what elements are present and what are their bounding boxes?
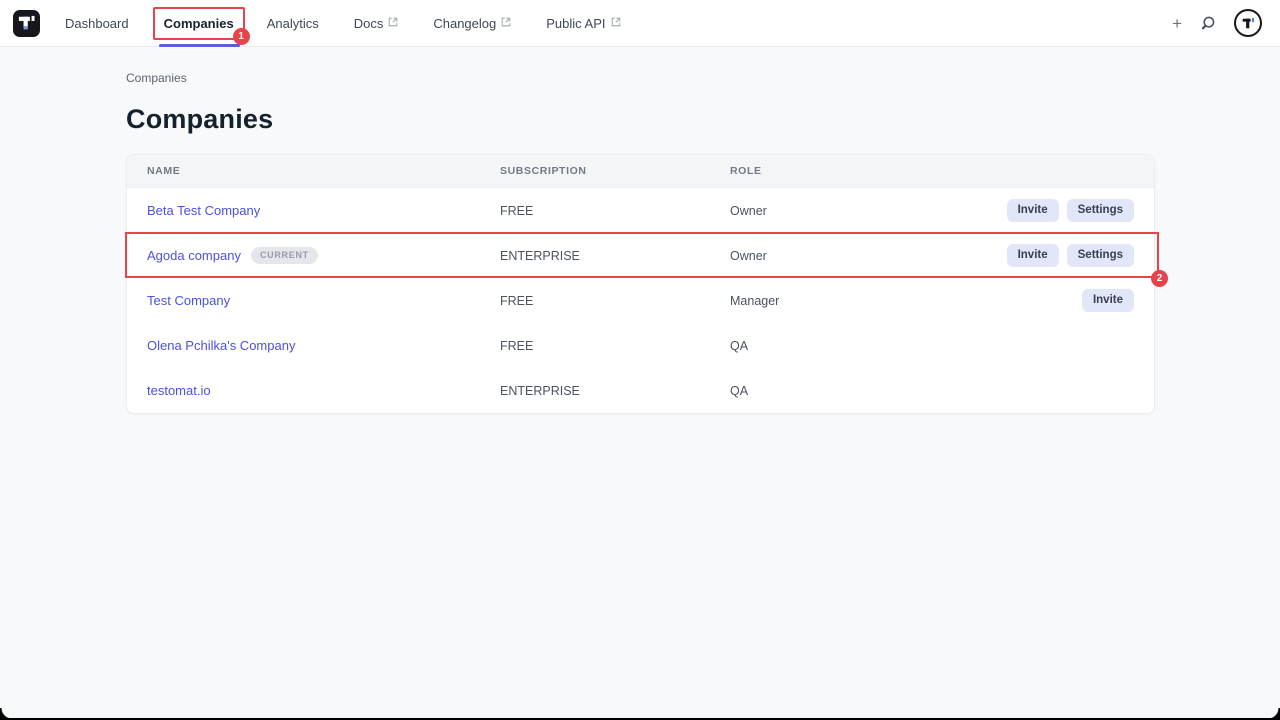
invite-button[interactable]: Invite xyxy=(1082,289,1134,313)
row-actions: Invite Settings xyxy=(1007,199,1134,223)
column-header-subscription: Subscription xyxy=(500,165,730,177)
role-value: QA xyxy=(730,384,1134,398)
company-name-cell: Olena Pchilka's Company xyxy=(147,338,500,353)
nav-item-companies[interactable]: Companies 1 xyxy=(162,0,236,47)
table-row-current: Agoda company CURRENT ENTERPRISE Owner I… xyxy=(127,233,1154,278)
role-value: Owner xyxy=(730,249,1007,263)
invite-button[interactable]: Invite xyxy=(1007,244,1059,268)
companies-table: Name Subscription Role Beta Test Company… xyxy=(126,154,1155,414)
screen-corner-artifact xyxy=(1268,708,1280,720)
table-row: Olena Pchilka's Company FREE QA xyxy=(127,323,1154,368)
role-value: Manager xyxy=(730,294,1082,308)
plus-icon[interactable]: + xyxy=(1172,15,1182,32)
company-link[interactable]: Olena Pchilka's Company xyxy=(147,338,295,353)
row-actions: Invite xyxy=(1082,289,1134,313)
main-nav: Dashboard Companies 1 Analytics Docs Cha… xyxy=(63,0,654,47)
screen-corner-artifact xyxy=(0,708,12,720)
nav-item-docs[interactable]: Docs xyxy=(352,0,401,47)
table-header-row: Name Subscription Role xyxy=(127,155,1154,188)
settings-button[interactable]: Settings xyxy=(1067,199,1134,223)
nav-label: Companies xyxy=(164,16,234,31)
breadcrumb[interactable]: Companies xyxy=(126,71,187,85)
subscription-value: FREE xyxy=(500,294,730,308)
external-link-icon xyxy=(388,17,398,27)
active-tab-underline xyxy=(159,44,240,47)
nav-label: Docs xyxy=(354,16,384,31)
subscription-value: ENTERPRISE xyxy=(500,384,730,398)
user-avatar[interactable] xyxy=(1234,9,1262,37)
subscription-value: FREE xyxy=(500,204,730,218)
company-link[interactable]: Beta Test Company xyxy=(147,203,260,218)
table-row: Test Company FREE Manager Invite xyxy=(127,278,1154,323)
nav-item-changelog[interactable]: Changelog xyxy=(431,0,513,47)
company-name-cell: testomat.io xyxy=(147,383,500,398)
subscription-value: ENTERPRISE xyxy=(500,249,730,263)
table-row: testomat.io ENTERPRISE QA xyxy=(127,368,1154,413)
company-link[interactable]: testomat.io xyxy=(147,383,211,398)
main-content: Companies Companies Name Subscription Ro… xyxy=(0,47,1280,414)
app-logo-icon[interactable] xyxy=(13,10,40,37)
table-row: Beta Test Company FREE Owner Invite Sett… xyxy=(127,188,1154,233)
nav-label: Changelog xyxy=(433,16,496,31)
company-link[interactable]: Test Company xyxy=(147,293,230,308)
company-name-cell: Beta Test Company xyxy=(147,203,500,218)
settings-button[interactable]: Settings xyxy=(1067,244,1134,268)
column-header-name: Name xyxy=(147,165,500,177)
external-link-icon xyxy=(611,17,621,27)
search-icon[interactable] xyxy=(1199,14,1217,32)
role-value: Owner xyxy=(730,204,1007,218)
page-title: Companies xyxy=(126,104,1280,135)
nav-item-dashboard[interactable]: Dashboard xyxy=(63,0,131,47)
annotation-badge-1: 1 xyxy=(233,28,250,45)
nav-label: Analytics xyxy=(267,16,319,31)
company-link[interactable]: Agoda company xyxy=(147,248,241,263)
top-navigation-bar: Dashboard Companies 1 Analytics Docs Cha… xyxy=(0,0,1280,47)
subscription-value: FREE xyxy=(500,339,730,353)
nav-item-analytics[interactable]: Analytics xyxy=(265,0,321,47)
nav-label: Dashboard xyxy=(65,16,129,31)
role-value: QA xyxy=(730,339,1134,353)
row-actions: Invite Settings xyxy=(1007,244,1134,268)
nav-label: Public API xyxy=(546,16,605,31)
nav-right-actions: + xyxy=(1172,9,1268,37)
column-header-role: Role xyxy=(730,165,1134,177)
invite-button[interactable]: Invite xyxy=(1007,199,1059,223)
external-link-icon xyxy=(501,17,511,27)
nav-item-public-api[interactable]: Public API xyxy=(544,0,622,47)
current-badge: CURRENT xyxy=(251,247,318,264)
company-name-cell: Test Company xyxy=(147,293,500,308)
company-name-cell: Agoda company CURRENT xyxy=(147,247,500,264)
